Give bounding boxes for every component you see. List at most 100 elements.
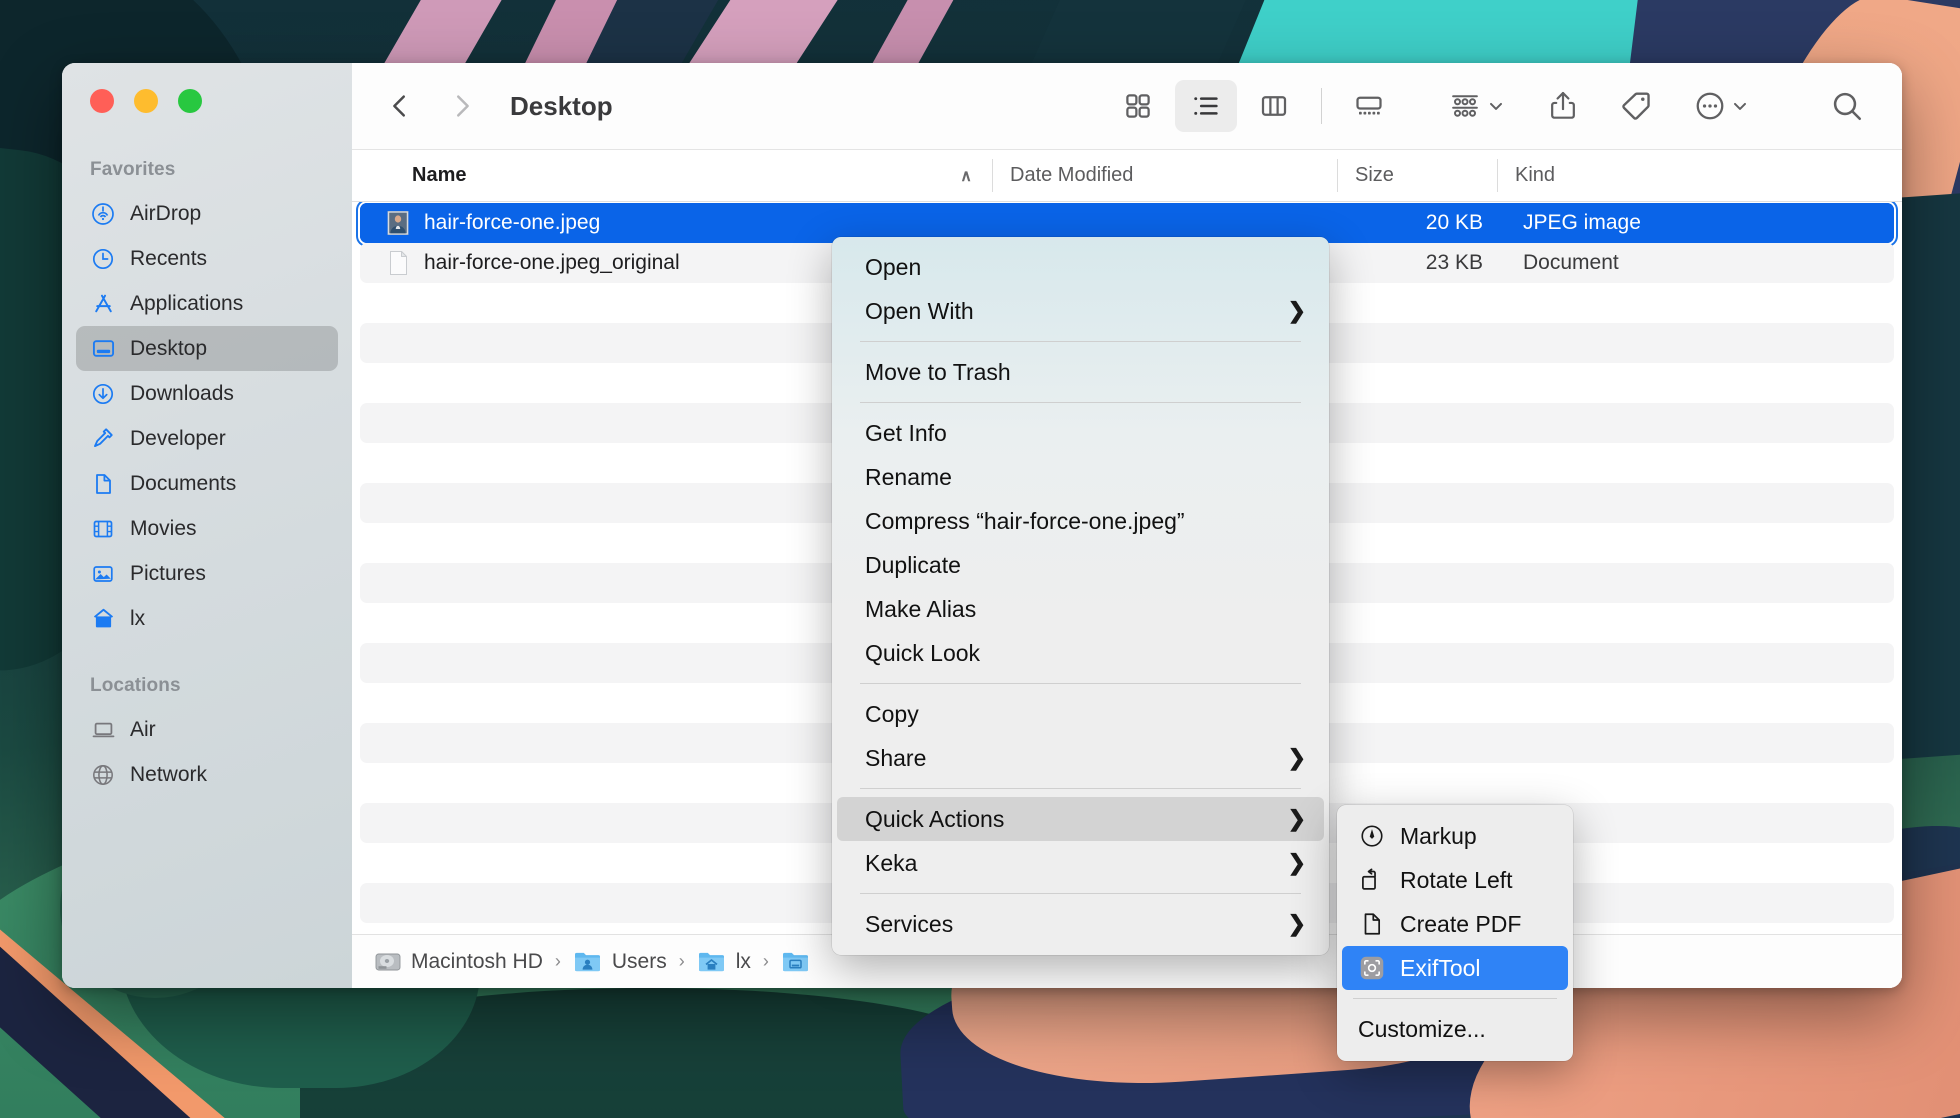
breadcrumb-label: Macintosh HD	[411, 950, 543, 974]
submenu-item-customize[interactable]: Customize...	[1342, 1007, 1568, 1051]
menu-item-share[interactable]: Share ❯	[837, 736, 1324, 780]
icon-view-button[interactable]	[1107, 80, 1169, 132]
rotate-left-icon	[1358, 866, 1386, 894]
menu-item-rename[interactable]: Rename	[837, 455, 1324, 499]
markup-icon	[1358, 822, 1386, 850]
menu-item-label: Quick Actions	[865, 806, 1004, 833]
menu-item-compress[interactable]: Compress “hair-force-one.jpeg”	[837, 499, 1324, 543]
submenu-item-markup[interactable]: Markup	[1342, 814, 1568, 858]
column-view-button[interactable]	[1243, 80, 1305, 132]
menu-item-label: Move to Trash	[865, 359, 1011, 386]
menu-item-quick-actions[interactable]: Quick Actions ❯	[837, 797, 1324, 841]
sidebar-item-label: Movies	[130, 517, 197, 541]
clock-icon	[90, 246, 116, 272]
menu-item-open-with[interactable]: Open With ❯	[837, 289, 1324, 333]
breadcrumb-item-macintosh-hd[interactable]: Macintosh HD	[374, 949, 543, 975]
maximize-button[interactable]	[178, 89, 202, 113]
tag-button[interactable]	[1614, 80, 1658, 132]
globe-icon	[90, 762, 116, 788]
submenu-item-exiftool[interactable]: ExifTool	[1342, 946, 1568, 990]
submenu-item-label: Rotate Left	[1400, 867, 1513, 894]
gallery-view-button[interactable]	[1338, 80, 1400, 132]
column-header-name[interactable]: Name ∧	[352, 150, 992, 201]
column-header-kind[interactable]: Kind	[1497, 150, 1902, 201]
file-name-cell: hair-force-one.jpeg	[360, 209, 1000, 237]
sidebar-item-airdrop[interactable]: AirDrop	[76, 191, 338, 236]
breadcrumb-separator: ›	[763, 951, 769, 972]
more-button[interactable]	[1688, 80, 1756, 132]
sidebar-item-label: Network	[130, 763, 207, 787]
laptop-icon	[90, 717, 116, 743]
menu-item-label: Quick Look	[865, 640, 980, 667]
share-button[interactable]	[1542, 80, 1584, 132]
submenu-separator	[1353, 998, 1557, 999]
menu-item-move-to-trash[interactable]: Move to Trash	[837, 350, 1324, 394]
sidebar-item-applications[interactable]: Applications	[76, 281, 338, 326]
hammer-icon	[90, 426, 116, 452]
harddisk-icon	[374, 949, 402, 975]
column-header-date-modified[interactable]: Date Modified	[992, 150, 1337, 201]
sidebar-item-documents[interactable]: Documents	[76, 461, 338, 506]
menu-item-label: Compress “hair-force-one.jpeg”	[865, 508, 1185, 535]
column-header-size-label: Size	[1355, 164, 1394, 187]
menu-item-get-info[interactable]: Get Info	[837, 411, 1324, 455]
breadcrumb-label: Users	[612, 950, 667, 974]
submenu-arrow-icon: ❯	[1288, 911, 1306, 937]
menu-item-keka[interactable]: Keka ❯	[837, 841, 1324, 885]
group-by-button[interactable]	[1442, 80, 1512, 132]
submenu-item-label: ExifTool	[1400, 955, 1481, 982]
sidebar-item-movies[interactable]: Movies	[76, 506, 338, 551]
toolbar-divider	[1321, 88, 1322, 124]
menu-item-duplicate[interactable]: Duplicate	[837, 543, 1324, 587]
close-button[interactable]	[90, 89, 114, 113]
menu-item-label: Services	[865, 911, 953, 938]
back-button[interactable]	[376, 82, 424, 130]
sidebar-item-label: Air	[130, 718, 156, 742]
sidebar-item-lx[interactable]: lx	[76, 596, 338, 641]
breadcrumb-separator: ›	[679, 951, 685, 972]
column-header-size[interactable]: Size	[1337, 150, 1497, 201]
menu-item-copy[interactable]: Copy	[837, 692, 1324, 736]
menu-item-open[interactable]: Open	[837, 245, 1324, 289]
column-header-date-label: Date Modified	[1010, 164, 1133, 187]
chevron-down-icon	[1486, 96, 1506, 116]
file-name-label: hair-force-one.jpeg_original	[424, 251, 680, 275]
forward-button[interactable]	[438, 82, 486, 130]
sidebar-item-label: Recents	[130, 247, 207, 271]
submenu-arrow-icon: ❯	[1288, 298, 1306, 324]
create-pdf-icon	[1358, 910, 1386, 938]
sidebar-item-label: AirDrop	[130, 202, 201, 226]
breadcrumb-separator: ›	[555, 951, 561, 972]
menu-item-label: Rename	[865, 464, 952, 491]
submenu-arrow-icon: ❯	[1288, 850, 1306, 876]
menu-item-quick-look[interactable]: Quick Look	[837, 631, 1324, 675]
menu-item-label: Share	[865, 745, 926, 772]
menu-item-services[interactable]: Services ❯	[837, 902, 1324, 946]
list-view-button[interactable]	[1175, 80, 1237, 132]
minimize-button[interactable]	[134, 89, 158, 113]
sidebar-item-network[interactable]: Network	[76, 752, 338, 797]
breadcrumb-item-desktop[interactable]	[781, 949, 820, 975]
sidebar-item-downloads[interactable]: Downloads	[76, 371, 338, 416]
breadcrumb-item-lx[interactable]: lx	[697, 949, 751, 975]
file-name-label: hair-force-one.jpeg	[424, 211, 600, 235]
submenu-item-rotate-left[interactable]: Rotate Left	[1342, 858, 1568, 902]
sidebar-item-desktop[interactable]: Desktop	[76, 326, 338, 371]
airdrop-icon	[90, 201, 116, 227]
sidebar-item-label: Pictures	[130, 562, 206, 586]
submenu-item-label: Markup	[1400, 823, 1477, 850]
sidebar-item-developer[interactable]: Developer	[76, 416, 338, 461]
submenu-item-create-pdf[interactable]: Create PDF	[1342, 902, 1568, 946]
file-kind-cell: JPEG image	[1505, 211, 1894, 235]
sidebar-item-air[interactable]: Air	[76, 707, 338, 752]
search-button[interactable]	[1824, 80, 1870, 132]
generic-document-icon	[384, 249, 412, 277]
exiftool-icon	[1358, 954, 1386, 982]
sidebar-item-pictures[interactable]: Pictures	[76, 551, 338, 596]
menu-item-make-alias[interactable]: Make Alias	[837, 587, 1324, 631]
breadcrumb-item-users[interactable]: Users	[573, 949, 667, 975]
desktop-icon	[90, 336, 116, 362]
menu-item-label: Get Info	[865, 420, 947, 447]
file-size-cell: 20 KB	[1345, 211, 1505, 235]
sidebar-item-recents[interactable]: Recents	[76, 236, 338, 281]
